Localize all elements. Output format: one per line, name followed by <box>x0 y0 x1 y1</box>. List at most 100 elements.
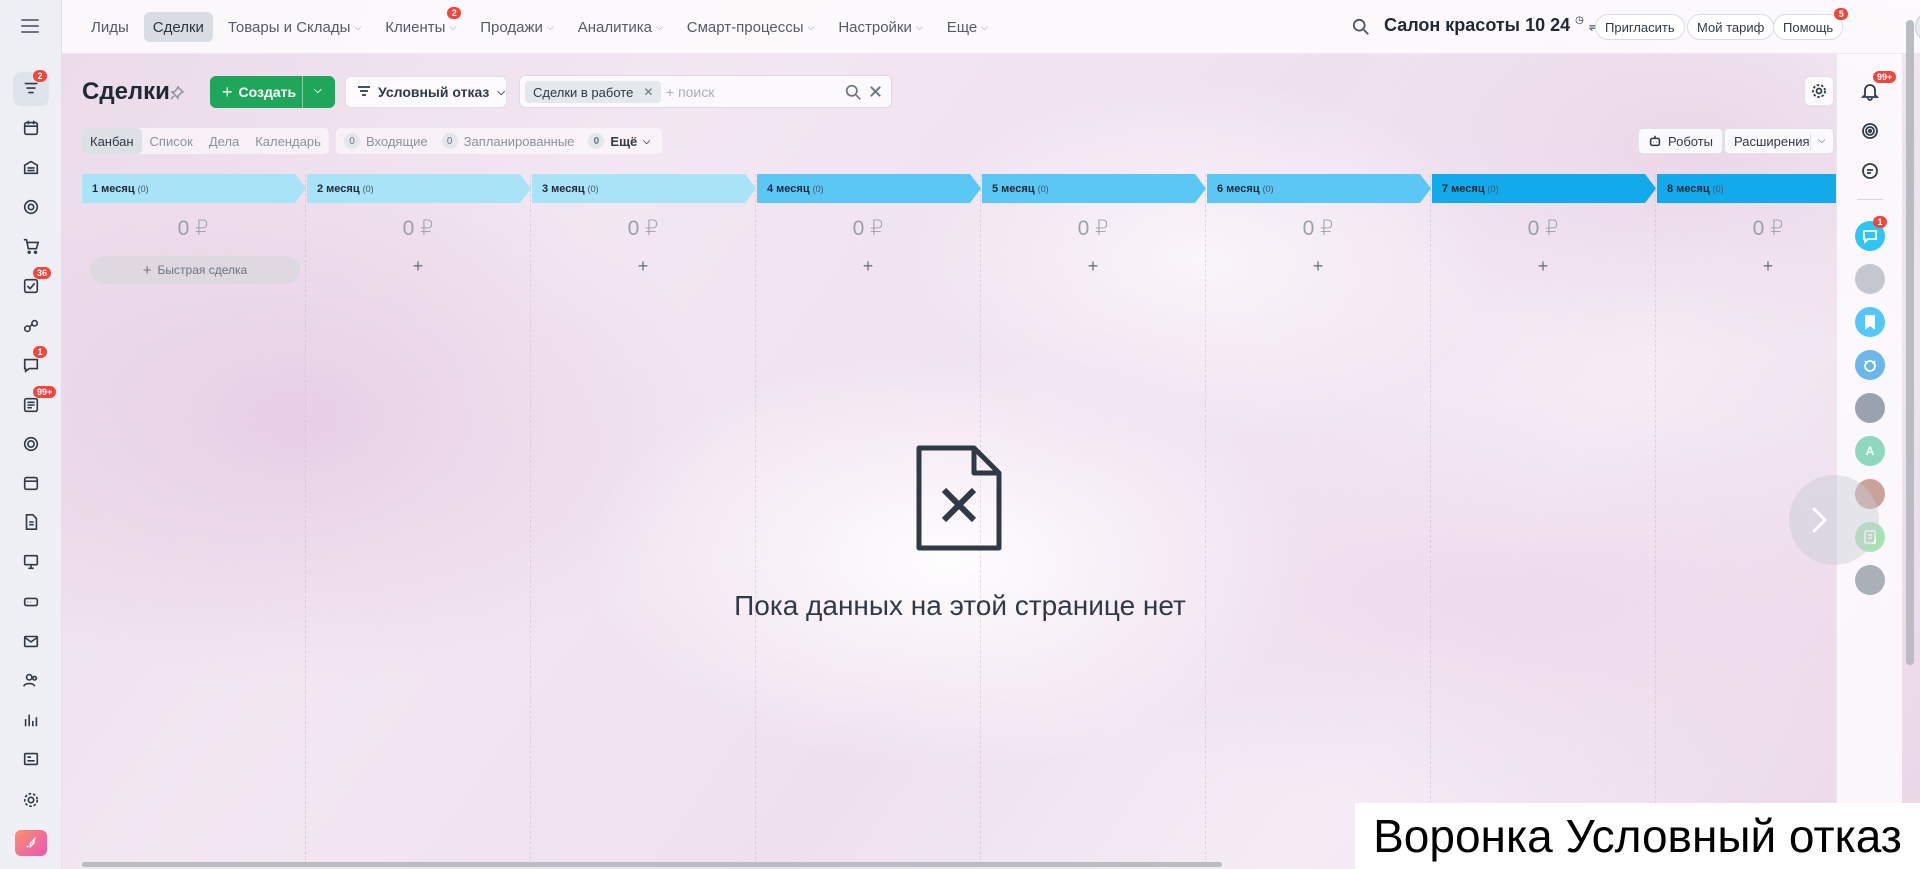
presentation-icon[interactable] <box>13 545 49 579</box>
chevron-down-icon[interactable]: ⌵ <box>1818 135 1826 146</box>
filter-chip[interactable]: Сделки в работе ✕ <box>525 81 662 103</box>
dog-avatar[interactable] <box>1855 350 1885 380</box>
gear-icon[interactable] <box>13 783 49 817</box>
column-header[interactable]: 5 месяц (0) <box>982 174 1206 203</box>
checklist-icon[interactable]: 36 <box>13 267 52 303</box>
chevron-down-icon: ⌵ <box>981 21 989 32</box>
nav-item[interactable]: Еще ⌵ <box>938 12 997 42</box>
robots-button[interactable]: Роботы <box>1638 128 1724 154</box>
scroll-right-button[interactable] <box>1789 475 1879 565</box>
nav-item[interactable]: Продажи ⌵ <box>471 12 562 42</box>
invite-button[interactable]: Пригласить <box>1595 14 1685 40</box>
search-icon[interactable] <box>845 84 862 101</box>
man-avatar[interactable] <box>1855 393 1885 423</box>
add-deal-icon[interactable]: + <box>982 256 1204 277</box>
man2-avatar[interactable] <box>1855 565 1885 595</box>
analytics-icon[interactable] <box>13 703 49 737</box>
bell-icon[interactable]: 99+ <box>1855 71 1897 106</box>
avatar-group[interactable] <box>1855 264 1885 294</box>
storage-icon[interactable] <box>13 585 49 619</box>
tasks-calendar-icon[interactable] <box>13 111 49 145</box>
column-header[interactable]: 2 месяц (0) <box>307 174 531 203</box>
nav-item[interactable]: Настройки ⌵ <box>829 12 931 42</box>
sites-icon[interactable] <box>13 427 49 461</box>
help-button[interactable]: Помощь 5 <box>1773 8 1849 40</box>
empty-state-message: Пока данных на этой странице нет <box>734 590 1186 621</box>
filter-search-box[interactable]: Сделки в работе ✕ <box>519 75 892 108</box>
add-deal-icon[interactable]: + <box>757 256 979 277</box>
extensions-label: Расширения <box>1734 133 1810 149</box>
cart-icon[interactable] <box>13 229 49 263</box>
nav-item[interactable]: Аналитика ⌵ <box>569 12 672 42</box>
tab-kanban[interactable]: Канбан <box>82 128 142 154</box>
target-icon[interactable] <box>13 190 49 224</box>
chevron-down-icon: ⌵ <box>449 21 457 32</box>
nav-item[interactable]: Товары и Склады ⌵ <box>219 12 370 42</box>
column-title: 1 месяц <box>92 182 135 195</box>
nav-item[interactable]: Клиенты ⌵ 2 <box>376 7 465 42</box>
column-header[interactable]: 7 месяц (0) <box>1432 174 1656 203</box>
create-button[interactable]: + Создать ⌵ <box>210 76 335 108</box>
kanban-column: 6 месяц (0) 0 ₽ + <box>1207 174 1431 864</box>
my-plan-button[interactable]: Мой тариф <box>1687 14 1775 40</box>
extensions-button[interactable]: Расширения ⌵ <box>1724 128 1834 154</box>
mail-icon[interactable] <box>13 624 49 658</box>
documents-icon[interactable] <box>13 505 49 539</box>
nav-item[interactable]: Лиды <box>82 12 138 42</box>
user-avatar[interactable] <box>1915 12 1920 42</box>
contact-card-icon[interactable] <box>13 742 49 776</box>
add-deal-icon[interactable]: + <box>1657 256 1836 277</box>
counter-planned[interactable]: 0 Запланированные <box>441 133 574 149</box>
column-divider <box>1205 174 1206 864</box>
close-icon[interactable] <box>868 84 883 99</box>
notifications-badge: 99+ <box>1873 71 1897 83</box>
tab-activities[interactable]: Дела <box>201 128 247 154</box>
team-icon[interactable] <box>13 663 49 697</box>
letter-avatar[interactable]: A <box>1855 436 1885 466</box>
chat-search-icon[interactable] <box>1855 156 1885 186</box>
plus-icon: + <box>142 261 152 279</box>
column-sum: 0 ₽ <box>627 217 659 240</box>
menu-icon[interactable] <box>21 19 39 33</box>
counter-more[interactable]: 0 Ещё ⌵ <box>588 133 650 149</box>
horizontal-scrollbar[interactable] <box>82 862 1222 867</box>
vertical-scrollbar[interactable] <box>1906 20 1914 665</box>
column-title: 5 месяц <box>992 182 1035 195</box>
search-icon[interactable] <box>1352 18 1370 36</box>
nav-item[interactable]: Смарт-процессы ⌵ <box>678 12 824 42</box>
calendar-icon[interactable] <box>13 466 49 500</box>
add-deal-icon[interactable]: + <box>1207 256 1429 277</box>
funnel-selector[interactable]: Условный отказ ⌵ <box>345 76 507 108</box>
rail-badge: 99+ <box>33 386 57 398</box>
pin-icon[interactable] <box>170 86 184 100</box>
add-deal-icon[interactable]: + <box>1432 256 1654 277</box>
remove-filter-icon[interactable]: ✕ <box>643 85 653 99</box>
divider <box>1857 199 1883 200</box>
automation-icon[interactable] <box>13 309 49 343</box>
column-header[interactable]: 6 месяц (0) <box>1207 174 1431 203</box>
search-input[interactable] <box>666 83 826 101</box>
column-header[interactable]: 8 месяц (0) <box>1657 174 1836 203</box>
nav-item[interactable]: Сделки <box>143 12 213 42</box>
settings-button[interactable] <box>1804 76 1834 106</box>
tab-list[interactable]: Список <box>142 128 201 154</box>
add-deal-icon[interactable]: + <box>532 256 754 277</box>
column-header[interactable]: 4 месяц (0) <box>757 174 981 203</box>
bookmark-icon[interactable] <box>1855 307 1885 337</box>
warehouse-icon[interactable] <box>13 150 49 184</box>
feed-icon[interactable]: 99+ <box>13 386 57 422</box>
column-header[interactable]: 3 месяц (0) <box>532 174 756 203</box>
messenger-icon[interactable]: 1 <box>1855 216 1887 251</box>
rocket-icon[interactable] <box>15 830 47 856</box>
add-deal-icon[interactable]: + <box>307 256 529 277</box>
quick-deal-button[interactable]: + Быстрая сделка <box>90 256 300 284</box>
counter-value: 0 <box>588 133 605 149</box>
chevron-down-icon[interactable]: ⌵ <box>314 85 322 96</box>
company-name[interactable]: Салон красоты 10 24 ◷ ⇌ <box>1384 15 1600 36</box>
crm-funnel-icon[interactable]: 2 <box>13 70 49 106</box>
column-header[interactable]: 1 месяц (0) <box>82 174 306 203</box>
copilot-icon[interactable] <box>1855 116 1885 146</box>
counter-incoming[interactable]: 0 Входящие <box>344 133 428 149</box>
tab-calendar[interactable]: Календарь <box>247 128 329 154</box>
chat-icon[interactable]: 1 <box>13 346 49 382</box>
